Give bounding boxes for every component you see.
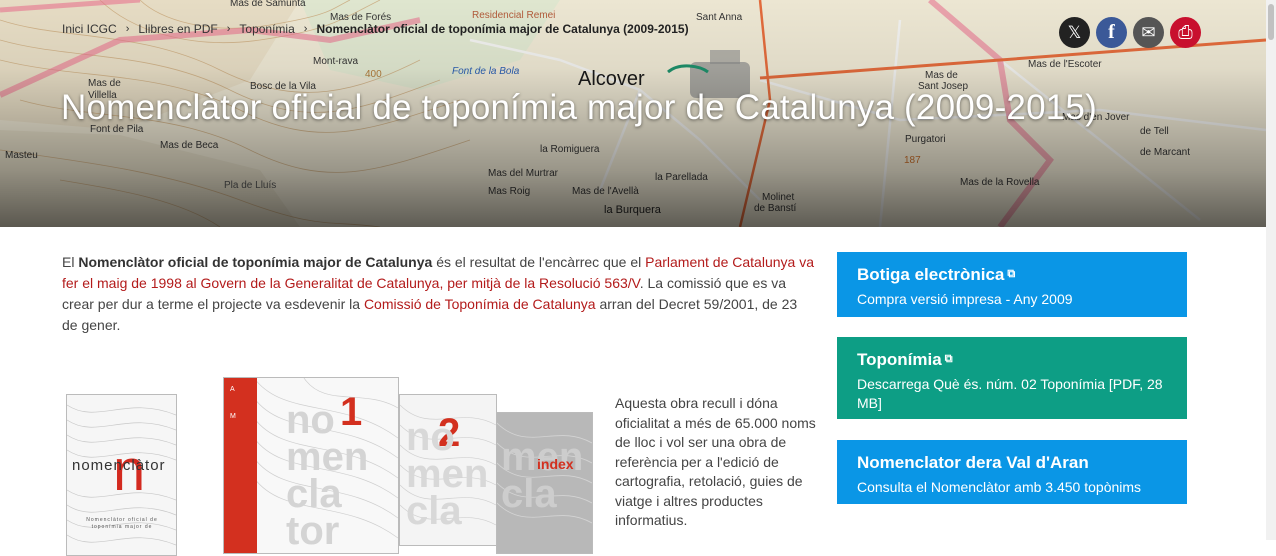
intro-paragraph: El Nomenclàtor oficial de toponímia majo…	[62, 252, 814, 336]
watermark-line: cla	[286, 472, 342, 516]
card-title: Nomenclator dera Val d'Aran	[857, 453, 1089, 472]
cover1-title: nomenclàtor	[72, 457, 166, 474]
cover-nomenclator: n nomenclàtor Nomenclàtor oficial de top…	[66, 394, 177, 556]
intro-text: és el resultat de l'encàrrec que el	[432, 254, 646, 270]
card-subtitle: Consulta el Nomenclàtor amb 3.450 topòni…	[857, 479, 1142, 495]
breadcrumb-separator: ›	[303, 23, 308, 35]
description-text: Aquesta obra recull i dóna oficialitat a…	[615, 395, 816, 528]
cover4-title: index	[537, 456, 574, 472]
watermark-line: cla	[501, 472, 557, 516]
cover-index: men cla index	[496, 412, 593, 554]
cover4-watermark: men cla	[501, 437, 583, 516]
cover1-subtitle: Nomenclàtor oficial de toponímia major d…	[86, 517, 158, 530]
facebook-icon: f	[1108, 21, 1115, 43]
share-email-button[interactable]: ✉	[1133, 17, 1164, 48]
card-title: Botiga electrònica	[857, 265, 1005, 284]
breadcrumb: Inici ICGC › Llibres en PDF › Toponímia …	[62, 22, 689, 36]
breadcrumb-separator: ›	[125, 23, 130, 35]
print-button[interactable]: ⎙	[1170, 17, 1201, 48]
cover2-watermark: no men cla tor	[286, 398, 369, 553]
cover2-letter-m: M	[230, 413, 236, 420]
cover2-letter-a: A	[230, 386, 235, 393]
intro-text: El	[62, 254, 79, 270]
card-toponimia[interactable]: Toponímia ⧉ Descarrega Què és. núm. 02 To…	[837, 337, 1187, 419]
cover2-spine	[224, 378, 257, 553]
x-twitter-icon: 𝕏	[1067, 22, 1082, 42]
page-title: Nomenclàtor oficial de toponímia major d…	[61, 88, 1097, 127]
share-x-button[interactable]: 𝕏	[1059, 17, 1090, 48]
cover-volume-1: A M 1 no men cla tor	[223, 377, 399, 554]
cover-volume-2: 2 no men cla	[399, 394, 497, 546]
share-buttons: 𝕏 f ✉ ⎙	[1059, 17, 1201, 48]
card-title: Toponímia	[857, 350, 942, 369]
breadcrumb-toponimia[interactable]: Toponímia	[239, 22, 294, 36]
watermark-line: men	[286, 435, 369, 479]
scrollbar-thumb[interactable]	[1268, 4, 1274, 40]
share-facebook-button[interactable]: f	[1096, 17, 1127, 48]
watermark-line: no	[406, 415, 455, 459]
print-icon: ⎙	[1178, 22, 1193, 42]
watermark-line: no	[286, 398, 335, 442]
comissio-link[interactable]: Comissió de Toponímia de Catalunya	[364, 296, 596, 312]
card-subtitle: Descarrega Què és. núm. 02 Toponímia [PD…	[857, 376, 1163, 411]
hero-banner: Alcover Mas deVillella Bosc de la Vila M…	[0, 0, 1266, 227]
cover3-watermark: no men cla	[406, 415, 489, 533]
email-icon: ✉	[1141, 22, 1156, 42]
external-link-icon: ⧉	[1007, 268, 1016, 280]
breadcrumb-separator: ›	[226, 23, 231, 35]
watermark-line: cla	[406, 489, 462, 533]
scrollbar[interactable]	[1266, 0, 1276, 540]
breadcrumb-llibres[interactable]: Llibres en PDF	[138, 22, 217, 36]
card-nomenclator-val-aran[interactable]: Nomenclator dera Val d'Aran Consulta el …	[837, 440, 1187, 504]
external-link-icon: ⧉	[944, 353, 953, 365]
breadcrumb-inici[interactable]: Inici ICGC	[62, 22, 117, 36]
breadcrumb-current: Nomenclàtor oficial de toponímia major d…	[316, 22, 689, 36]
card-botiga-electronica[interactable]: Botiga electrònica ⧉ Compra versió impres…	[837, 252, 1187, 317]
watermark-line: tor	[286, 509, 340, 553]
intro-bold: Nomenclàtor oficial de toponímia major d…	[78, 254, 433, 270]
card-subtitle: Compra versió impresa - Any 2009	[857, 291, 1073, 307]
book-covers: n nomenclàtor Nomenclàtor oficial de top…	[66, 376, 596, 556]
watermark-line: men	[406, 452, 489, 496]
